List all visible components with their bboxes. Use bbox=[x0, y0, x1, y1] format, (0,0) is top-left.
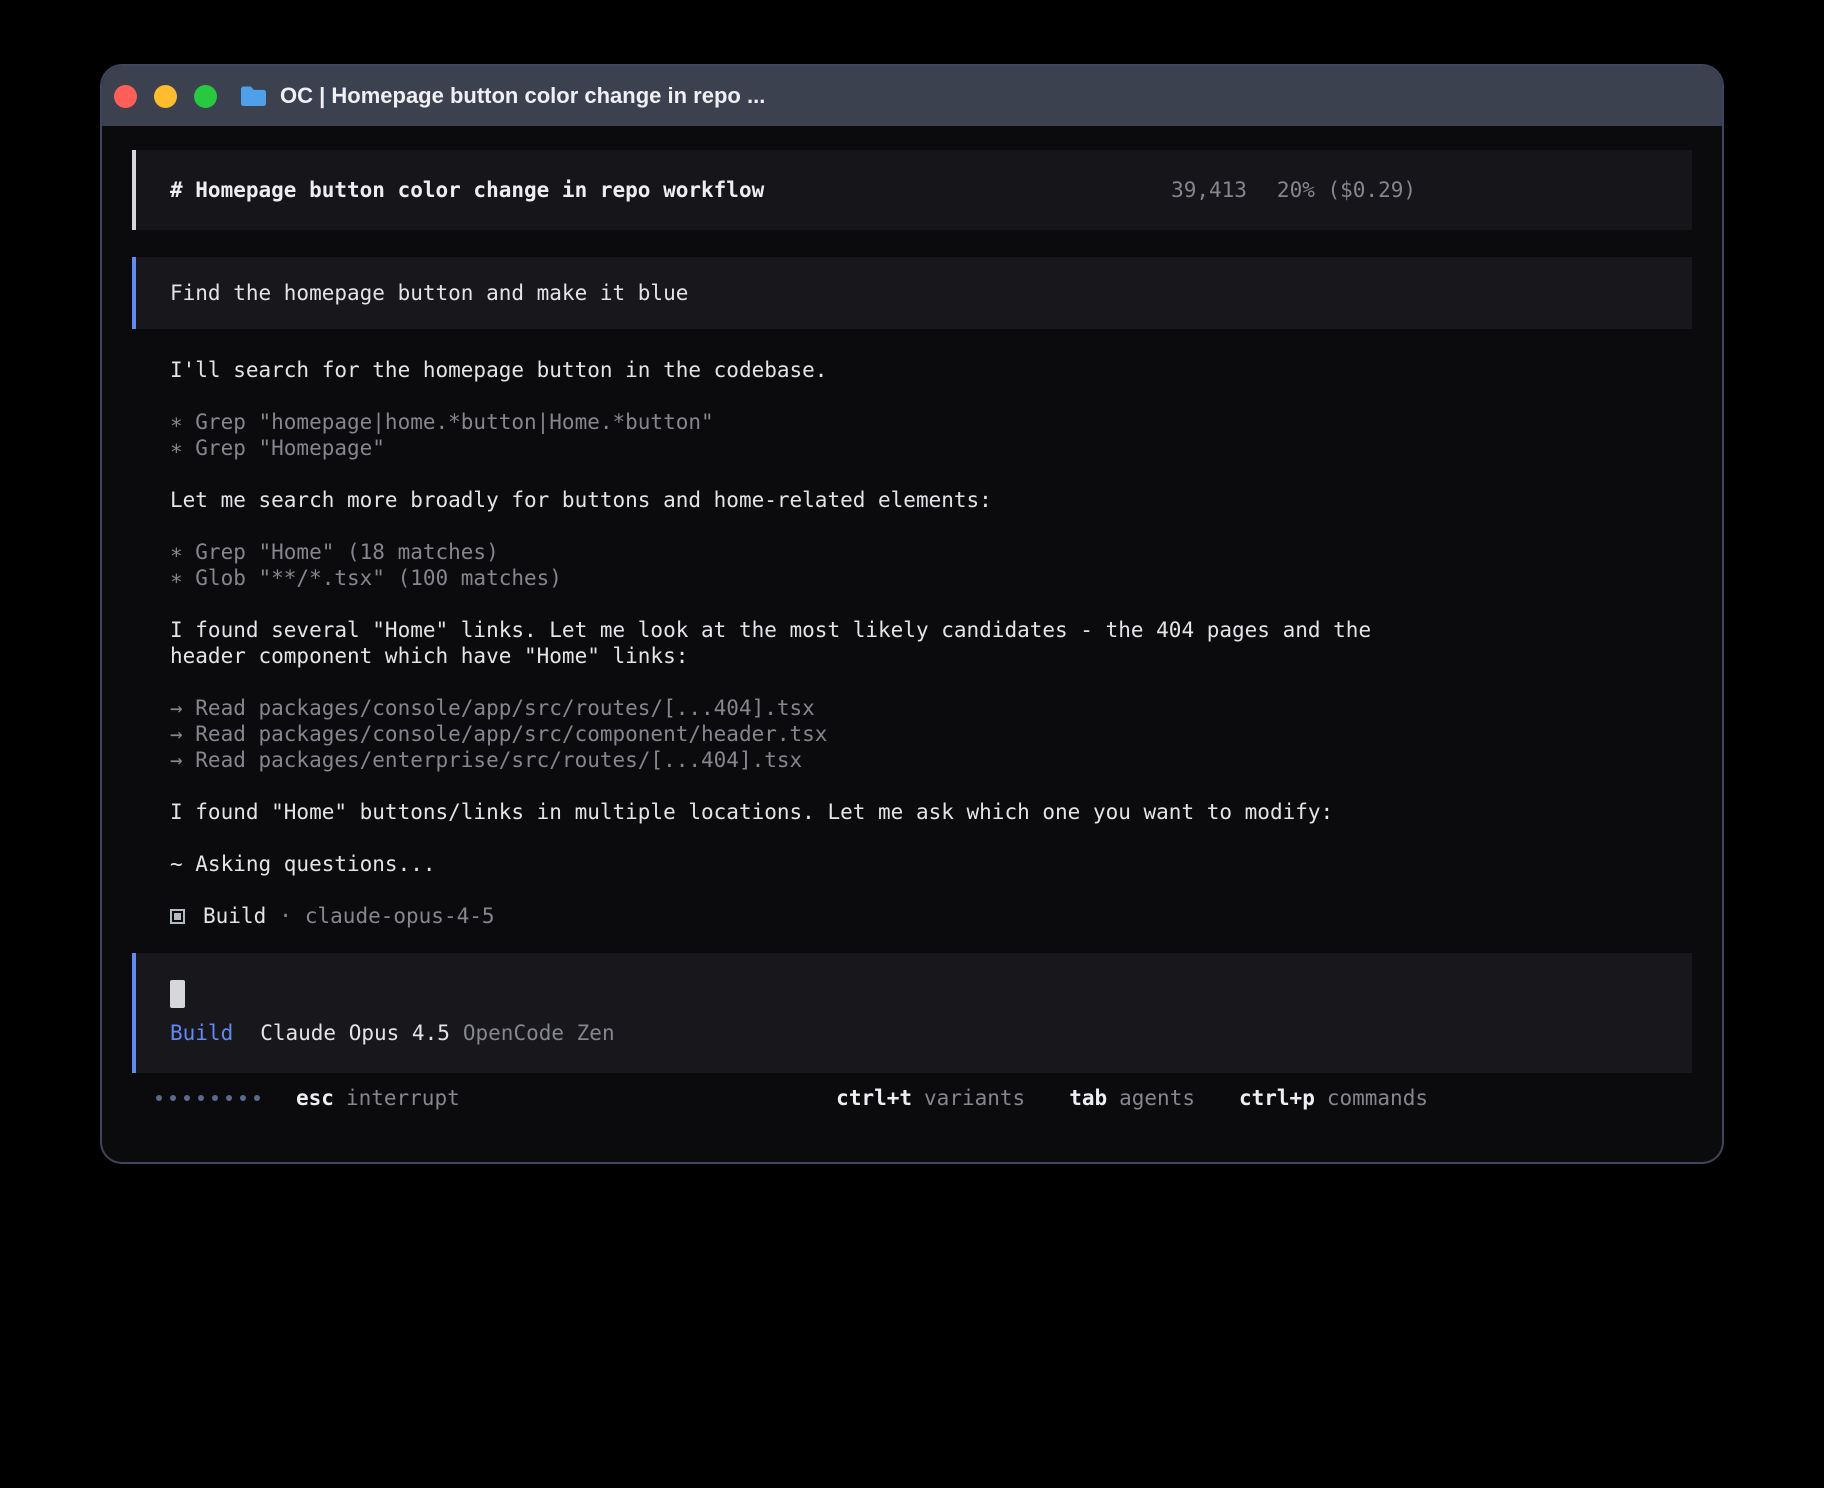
input-provider-label: OpenCode Zen bbox=[463, 1021, 615, 1045]
folder-icon bbox=[239, 85, 268, 108]
shortcut-commands: ctrl+pcommands bbox=[1239, 1085, 1428, 1111]
working-status: ~ Asking questions... bbox=[170, 851, 1416, 877]
esc-key-label: interrupt bbox=[346, 1085, 460, 1111]
terminal-window: OC | Homepage button color change in rep… bbox=[100, 64, 1724, 1164]
tool-call-group: ∗ Grep "homepage|home.*button|Home.*butt… bbox=[170, 409, 1416, 461]
input-line[interactable] bbox=[170, 980, 1658, 1008]
agent-model: claude-opus-4-5 bbox=[305, 903, 495, 929]
tool-call-read: → Read packages/enterprise/src/routes/[.… bbox=[170, 747, 1416, 773]
tool-call-glob: ∗ Glob "**/*.tsx" (100 matches) bbox=[170, 565, 1416, 591]
session-stats: 39,413 20% ($0.29) bbox=[1171, 177, 1416, 203]
context-usage: 20% ($0.29) bbox=[1277, 178, 1416, 202]
status-bar: esc interrupt ctrl+tvariants tabagents c… bbox=[156, 1085, 1428, 1111]
shortcut-variants: ctrl+tvariants bbox=[836, 1085, 1025, 1111]
tool-call-grep: ∗ Grep "Home" (18 matches) bbox=[170, 539, 1416, 565]
agent-icon bbox=[170, 909, 185, 924]
assistant-message: I'll search for the homepage button in t… bbox=[170, 357, 1416, 383]
status-bar-shortcuts: ctrl+tvariants tabagents ctrl+pcommands bbox=[836, 1085, 1428, 1111]
assistant-message: I found several "Home" links. Let me loo… bbox=[170, 617, 1416, 669]
input-status-bar: Build Claude Opus 4.5 OpenCode Zen bbox=[170, 1020, 1658, 1046]
agent-name: Build bbox=[203, 903, 266, 929]
tool-call-group: ∗ Grep "Home" (18 matches) ∗ Glob "**/*.… bbox=[170, 539, 1416, 591]
session-title: # Homepage button color change in repo w… bbox=[170, 177, 764, 203]
user-message: Find the homepage button and make it blu… bbox=[132, 257, 1692, 329]
agent-status-line: Build · claude-opus-4-5 bbox=[170, 903, 1416, 929]
tool-call-read: → Read packages/console/app/src/componen… bbox=[170, 721, 1416, 747]
conversation-transcript: I'll search for the homepage button in t… bbox=[170, 357, 1416, 929]
prompt-input-area[interactable]: Build Claude Opus 4.5 OpenCode Zen bbox=[132, 953, 1692, 1073]
status-bar-left: esc interrupt bbox=[156, 1085, 460, 1111]
spinner-dots-icon bbox=[156, 1095, 260, 1101]
input-agent-label[interactable]: Build bbox=[170, 1021, 233, 1045]
user-message-text: Find the homepage button and make it blu… bbox=[170, 281, 688, 305]
minimize-button[interactable] bbox=[154, 85, 177, 108]
tool-call-group: → Read packages/console/app/src/routes/[… bbox=[170, 695, 1416, 773]
esc-key-hint: esc bbox=[296, 1085, 334, 1111]
shortcut-agents: tabagents bbox=[1069, 1085, 1195, 1111]
token-count: 39,413 bbox=[1171, 178, 1247, 202]
tool-call-grep: ∗ Grep "Homepage" bbox=[170, 435, 1416, 461]
maximize-button[interactable] bbox=[194, 85, 217, 108]
assistant-message: Let me search more broadly for buttons a… bbox=[170, 487, 1416, 513]
window-titlebar: OC | Homepage button color change in rep… bbox=[102, 66, 1722, 126]
input-model-label[interactable]: Claude Opus 4.5 bbox=[260, 1021, 450, 1045]
separator-dot: · bbox=[279, 903, 292, 929]
close-button[interactable] bbox=[114, 85, 137, 108]
text-cursor bbox=[170, 980, 185, 1008]
terminal-body: # Homepage button color change in repo w… bbox=[102, 126, 1722, 1162]
traffic-lights bbox=[114, 85, 217, 108]
tool-call-grep: ∗ Grep "homepage|home.*button|Home.*butt… bbox=[170, 409, 1416, 435]
tool-call-read: → Read packages/console/app/src/routes/[… bbox=[170, 695, 1416, 721]
assistant-message: I found "Home" buttons/links in multiple… bbox=[170, 799, 1416, 825]
window-title: OC | Homepage button color change in rep… bbox=[280, 83, 765, 109]
session-header: # Homepage button color change in repo w… bbox=[132, 150, 1692, 230]
